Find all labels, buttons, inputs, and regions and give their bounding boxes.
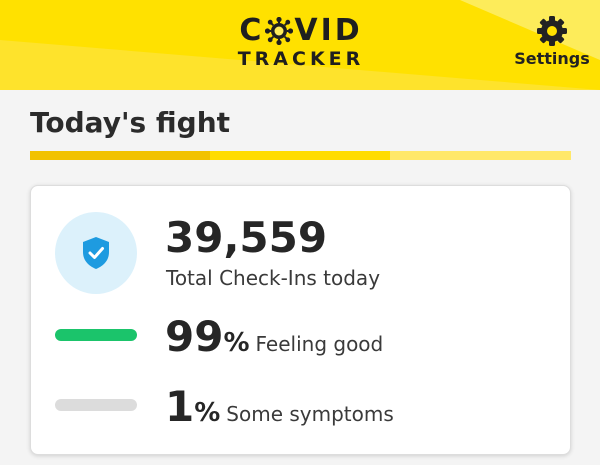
feeling-good-stat: 99 % Feeling good bbox=[165, 314, 383, 360]
virus-icon bbox=[265, 17, 294, 45]
settings-button[interactable]: Settings bbox=[512, 14, 592, 68]
symptoms-stat: 1 % Some symptoms bbox=[165, 384, 394, 430]
section-title: Today's fight bbox=[30, 106, 231, 139]
checkins-count: 39,559 bbox=[165, 213, 328, 262]
progress-segment bbox=[390, 151, 571, 160]
feeling-good-bar bbox=[55, 329, 137, 341]
feeling-good-percent: 99 bbox=[165, 312, 224, 361]
logo-text-tracker: TRACKER bbox=[237, 48, 365, 70]
settings-label: Settings bbox=[514, 49, 590, 68]
shield-check-icon bbox=[83, 237, 109, 269]
symptoms-percent-sign: % bbox=[194, 398, 221, 428]
progress-segment bbox=[30, 151, 210, 160]
shield-badge bbox=[55, 212, 137, 294]
symptoms-label: Some symptoms bbox=[226, 402, 394, 426]
symptoms-percent: 1 bbox=[165, 382, 195, 431]
logo-text-vid: VID bbox=[294, 13, 363, 48]
checkins-label: Total Check-Ins today bbox=[166, 266, 381, 290]
progress-segment bbox=[210, 151, 390, 160]
stats-card: 39,559 Total Check-Ins today 99 % Feelin… bbox=[30, 185, 571, 455]
logo-text-c: C bbox=[239, 13, 265, 48]
symptoms-bar bbox=[55, 399, 137, 411]
gear-icon bbox=[537, 16, 567, 46]
feeling-good-label: Feeling good bbox=[255, 332, 384, 356]
fight-progress-bar bbox=[30, 151, 571, 160]
feeling-good-percent-sign: % bbox=[223, 328, 250, 358]
covid-tracker-logo: C VID TRACKER bbox=[236, 13, 366, 71]
app-header: C VID TRACKER Settings bbox=[0, 0, 600, 90]
